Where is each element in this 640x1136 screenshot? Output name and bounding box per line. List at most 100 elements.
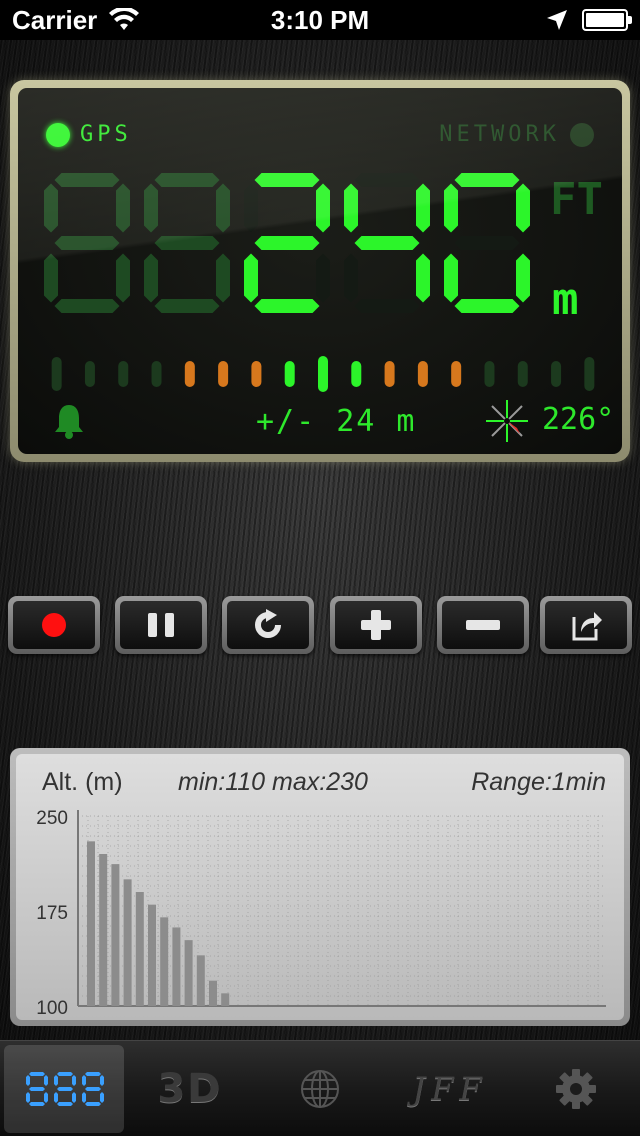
segment-a (354, 173, 420, 187)
altitude-bar (209, 980, 217, 1006)
segment-b (216, 183, 230, 233)
segment-a (154, 173, 220, 187)
segment-f (26, 1075, 30, 1086)
unit-ft-label: FT (550, 174, 603, 225)
altitude-bar (87, 841, 95, 1006)
segment-b (116, 183, 130, 233)
segment-f (144, 183, 158, 233)
signal-tick (284, 361, 295, 387)
signal-tick (384, 361, 395, 387)
plus-icon (361, 610, 391, 640)
signal-tick (84, 361, 95, 387)
pause-button[interactable] (115, 596, 207, 654)
zoom-out-button[interactable] (437, 596, 529, 654)
record-button[interactable] (8, 596, 100, 654)
segment-c (44, 1092, 48, 1103)
gps-status-dot (46, 122, 70, 147)
altitude-chart-frame: Alt. (m) min:110 max:230 Range:1min 250 1… (10, 748, 630, 1026)
tab-settings[interactable] (516, 1045, 636, 1133)
tab-globe[interactable] (260, 1045, 380, 1133)
tab-bar: 3D JFF (0, 1040, 640, 1136)
globe-icon (301, 1070, 339, 1108)
segment-f (344, 183, 358, 233)
altitude-bar (135, 892, 144, 1006)
segment-f (44, 183, 58, 233)
network-indicator: NETWORK (439, 122, 594, 147)
altitude-seven-segment-display (44, 173, 530, 313)
altitude-digit (444, 173, 530, 313)
segment-e (344, 253, 358, 303)
segment-d (29, 1102, 45, 1106)
share-button[interactable] (540, 596, 632, 654)
signal-tick (484, 361, 495, 387)
heading-readout: 226° (542, 402, 615, 437)
altimeter-display-frame: GPS NETWORK FT m +/- 24 m 226° (10, 80, 630, 462)
segment-e (44, 253, 58, 303)
wifi-icon (109, 8, 140, 30)
segment-g (154, 236, 220, 250)
reset-button[interactable] (222, 596, 314, 654)
y-tick-label: 250 (36, 808, 68, 829)
segment-g (85, 1087, 101, 1091)
signal-tick (417, 361, 428, 387)
tab-3d[interactable]: 3D (130, 1045, 250, 1133)
segment-e (82, 1092, 86, 1103)
signal-tick (218, 361, 229, 387)
segment-d (57, 1102, 73, 1106)
record-icon (42, 613, 66, 637)
segment-f (82, 1075, 86, 1086)
y-tick-label: 175 (36, 903, 68, 924)
segment-c (516, 253, 530, 303)
signal-tick (318, 356, 328, 392)
segment-b (316, 183, 330, 233)
segment-d (454, 299, 520, 313)
segment-b (72, 1075, 76, 1086)
segment-g (54, 236, 120, 250)
segment-a (29, 1072, 45, 1076)
segment-g (29, 1087, 45, 1091)
signal-tick (151, 361, 162, 387)
altitude-digit (244, 173, 330, 313)
chart-grid (77, 815, 606, 1007)
segment-a (454, 173, 520, 187)
segment-d (354, 299, 420, 313)
segment-c (72, 1092, 76, 1103)
network-label: NETWORK (439, 122, 560, 147)
segment-b (44, 1075, 48, 1086)
status-bar: Carrier 3:10 PM (0, 0, 640, 40)
segment-b (100, 1075, 104, 1086)
bell-icon (55, 405, 83, 439)
segment-g (57, 1087, 73, 1091)
altitude-bar (196, 955, 205, 1006)
segment-e (244, 253, 258, 303)
segment-d (154, 299, 220, 313)
altitude-bar (111, 864, 120, 1006)
segment-c (216, 253, 230, 303)
unit-m-label: m (552, 274, 579, 325)
segment-f (244, 183, 258, 233)
segment-c (116, 253, 130, 303)
share-icon (572, 612, 602, 641)
signal-tick (351, 361, 362, 387)
segment-e (26, 1092, 30, 1103)
tab-3d-label: 3D (157, 1066, 223, 1112)
zoom-in-button[interactable] (330, 596, 422, 654)
altitude-chart: Alt. (m) min:110 max:230 Range:1min 250 1… (16, 754, 624, 1020)
segment-a (254, 173, 320, 187)
altitude-digit (144, 173, 230, 313)
signal-tick (251, 361, 262, 387)
accuracy-readout: +/- 24 m (256, 404, 417, 439)
segment-d (85, 1102, 101, 1106)
segment-c (316, 253, 330, 303)
altitude-bar (221, 993, 230, 1006)
altitude-bar-chart: 250 175 100 (36, 808, 606, 1019)
refresh-icon (255, 609, 281, 638)
signal-tick (517, 361, 528, 387)
tab-jff[interactable]: JFF (390, 1045, 510, 1133)
signal-tick (118, 361, 129, 387)
segment-d (254, 299, 320, 313)
location-arrow-icon (547, 10, 567, 30)
tab-digital[interactable] (4, 1045, 124, 1133)
segment-b (516, 183, 530, 233)
segment-f (444, 183, 458, 233)
